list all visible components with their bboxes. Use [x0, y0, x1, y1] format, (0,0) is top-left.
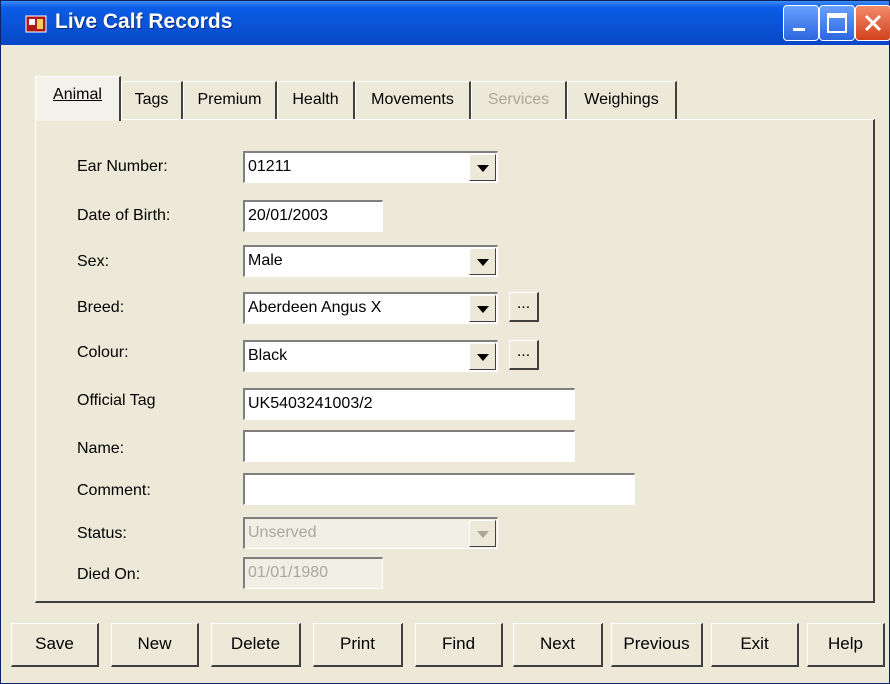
tab-animal[interactable]: Animal	[35, 76, 121, 121]
sex-value: Male	[248, 252, 283, 269]
colour-select[interactable]: Black	[243, 340, 498, 372]
colour-label: Colour:	[77, 344, 129, 361]
tab-label: Health	[292, 91, 339, 108]
tab-label: Services	[487, 91, 550, 108]
chevron-down-icon[interactable]	[469, 248, 496, 275]
colour-lookup-button[interactable]: ...	[509, 340, 539, 370]
print-button[interactable]: Print	[313, 623, 403, 667]
official-tag-label: Official Tag	[77, 392, 156, 409]
close-icon	[864, 14, 882, 32]
name-field[interactable]	[243, 430, 575, 462]
breed-select[interactable]: Aberdeen Angus X	[243, 292, 498, 324]
chevron-down-icon[interactable]	[469, 154, 496, 181]
tab-tags[interactable]: Tags	[121, 81, 183, 119]
tab-label: Animal	[53, 86, 102, 103]
maximize-icon	[827, 13, 847, 33]
date-of-birth-field[interactable]: 20/01/2003	[243, 200, 383, 232]
tab-label: Weighings	[584, 91, 659, 108]
died-on-label: Died On:	[77, 566, 141, 583]
status-label: Status:	[77, 525, 127, 542]
tab-label: Premium	[197, 91, 262, 108]
chevron-down-icon[interactable]	[469, 295, 496, 322]
tab-label: Movements	[371, 91, 454, 108]
tab-weighings[interactable]: Weighings	[567, 81, 677, 119]
save-button[interactable]: Save	[11, 623, 99, 667]
tab-premium[interactable]: Premium	[183, 81, 277, 119]
chevron-down-icon[interactable]	[469, 343, 496, 370]
find-button[interactable]: Find	[415, 623, 503, 667]
status-value: Unserved	[248, 524, 317, 541]
exit-button[interactable]: Exit	[711, 623, 799, 667]
title-bar[interactable]: Live Calf Records	[1, 1, 890, 45]
next-button[interactable]: Next	[513, 623, 603, 667]
comment-field[interactable]	[243, 473, 635, 505]
app-icon	[25, 15, 47, 33]
tab-health[interactable]: Health	[277, 81, 355, 119]
sex-label: Sex:	[77, 253, 110, 270]
tab-services: Services	[471, 81, 567, 119]
minimize-icon	[793, 28, 805, 31]
main-window: Live Calf Records Animal Tags Premium He…	[0, 0, 890, 684]
ear-number-select[interactable]: 01211	[243, 151, 498, 183]
new-button[interactable]: New	[111, 623, 199, 667]
help-button[interactable]: Help	[807, 623, 885, 667]
close-button[interactable]	[855, 5, 890, 41]
colour-value: Black	[248, 347, 288, 364]
name-label: Name:	[77, 440, 125, 457]
comment-label: Comment:	[77, 482, 151, 499]
died-on-field: 01/01/1980	[243, 557, 383, 589]
breed-lookup-button[interactable]: ...	[509, 292, 539, 322]
date-of-birth-label: Date of Birth:	[77, 207, 171, 224]
breed-label: Breed:	[77, 299, 125, 316]
maximize-button[interactable]	[819, 5, 855, 41]
died-on-value: 01/01/1980	[248, 564, 329, 581]
window-title: Live Calf Records	[55, 10, 233, 33]
minimize-button[interactable]	[783, 5, 819, 41]
chevron-down-icon	[469, 520, 496, 547]
official-tag-value: UK5403241003/2	[248, 395, 373, 412]
ear-number-label: Ear Number:	[77, 158, 168, 175]
tab-label: Tags	[134, 91, 169, 108]
date-of-birth-value: 20/01/2003	[248, 207, 329, 224]
official-tag-field[interactable]: UK5403241003/2	[243, 388, 575, 420]
ear-number-value: 01211	[248, 158, 292, 175]
sex-select[interactable]: Male	[243, 245, 498, 277]
tab-movements[interactable]: Movements	[355, 81, 471, 119]
delete-button[interactable]: Delete	[211, 623, 301, 667]
breed-value: Aberdeen Angus X	[248, 299, 382, 316]
status-select: Unserved	[243, 517, 498, 549]
previous-button[interactable]: Previous	[611, 623, 703, 667]
